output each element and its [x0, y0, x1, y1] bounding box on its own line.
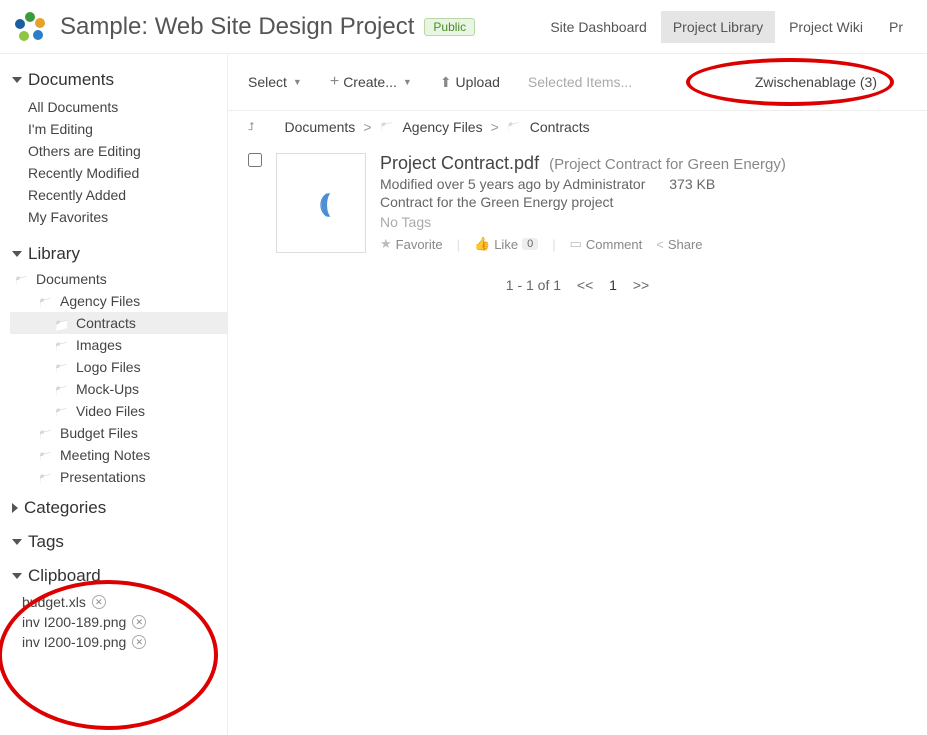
- sidebar-section-library[interactable]: Library: [0, 240, 227, 268]
- clipboard-item-label: inv I200-109.png: [22, 634, 126, 650]
- sidebar-section-label: Categories: [24, 498, 106, 518]
- pagination: 1 - 1 of 1 << 1 >>: [228, 263, 927, 307]
- tree-item-logo-files[interactable]: Logo Files: [10, 356, 227, 378]
- tree-item-images[interactable]: Images: [10, 334, 227, 356]
- chevron-down-icon: [12, 77, 22, 83]
- sidebar-section-categories[interactable]: Categories: [0, 494, 227, 522]
- share-button[interactable]: < Share: [656, 237, 702, 252]
- document-description: Contract for the Green Energy project: [380, 194, 907, 210]
- document-size: 373 KB: [669, 176, 715, 192]
- favorite-button[interactable]: ★ Favorite: [380, 236, 443, 252]
- app-logo[interactable]: [12, 9, 48, 45]
- clipboard-item[interactable]: inv I200-189.png ✕: [0, 612, 227, 632]
- folder-icon: [54, 316, 70, 330]
- folder-icon: 📁: [380, 120, 395, 134]
- sidebar: Documents All Documents I'm Editing Othe…: [0, 54, 228, 735]
- caret-down-icon: ▼: [403, 77, 412, 87]
- clipboard-item[interactable]: budget.xls ✕: [0, 592, 227, 612]
- folder-icon: [38, 470, 54, 484]
- upload-button[interactable]: ⬆ Upload: [440, 74, 500, 91]
- nav-project-wiki[interactable]: Project Wiki: [777, 11, 875, 43]
- main-content: Select ▼ + Create... ▼ ⬆ Upload Selected…: [228, 54, 927, 735]
- like-count: 0: [522, 238, 538, 250]
- sidebar-item-others-editing[interactable]: Others are Editing: [0, 140, 227, 162]
- document-thumbnail[interactable]: ⦅⦅⦅: [276, 153, 366, 253]
- clipboard-item-label: budget.xls: [22, 594, 86, 610]
- page-current[interactable]: 1: [609, 277, 617, 293]
- row-checkbox[interactable]: [248, 153, 262, 167]
- tree-item-presentations[interactable]: Presentations: [10, 466, 227, 488]
- sidebar-section-label: Library: [28, 244, 80, 264]
- remove-icon[interactable]: ✕: [132, 635, 146, 649]
- folder-icon: [14, 272, 30, 286]
- selected-items-button[interactable]: Selected Items...: [528, 74, 632, 90]
- breadcrumb-link[interactable]: Documents: [285, 119, 356, 135]
- page-range: 1 - 1 of 1: [506, 277, 561, 293]
- folder-icon: 📁: [507, 120, 522, 134]
- tree-root-documents[interactable]: Documents: [10, 268, 227, 290]
- remove-icon[interactable]: ✕: [132, 615, 146, 629]
- tree-item-mock-ups[interactable]: Mock-Ups: [10, 378, 227, 400]
- tree-item-budget-files[interactable]: Budget Files: [10, 422, 227, 444]
- tree-item-agency-files[interactable]: Agency Files: [10, 290, 227, 312]
- visibility-badge: Public: [424, 18, 475, 36]
- clipboard-item-label: inv I200-189.png: [22, 614, 126, 630]
- like-button[interactable]: 👍 Like 0: [474, 236, 538, 252]
- folder-icon: [54, 382, 70, 396]
- star-icon: ★: [380, 236, 392, 252]
- breadcrumb-link[interactable]: Agency Files: [402, 119, 482, 135]
- select-button[interactable]: Select ▼: [248, 74, 302, 90]
- caret-down-icon: ▼: [293, 77, 302, 87]
- document-modified: Modified over 5 years ago by Administrat…: [380, 176, 645, 192]
- remove-icon[interactable]: ✕: [92, 595, 106, 609]
- document-row: ⦅⦅⦅ Project Contract.pdf (Project Contra…: [228, 143, 927, 263]
- clipboard-button[interactable]: Zwischenablage (3): [725, 68, 907, 96]
- tree-item-contracts[interactable]: Contracts: [10, 312, 227, 334]
- clipboard-item[interactable]: inv I200-109.png ✕: [0, 632, 227, 652]
- nav-cutoff[interactable]: Pr: [877, 11, 915, 43]
- tree-item-video-files[interactable]: Video Files: [10, 400, 227, 422]
- sidebar-item-recently-added[interactable]: Recently Added: [0, 184, 227, 206]
- chevron-right-icon: [12, 503, 18, 513]
- folder-icon: [54, 338, 70, 352]
- sidebar-item-im-editing[interactable]: I'm Editing: [0, 118, 227, 140]
- page-title: Sample: Web Site Design Project: [60, 13, 414, 41]
- sidebar-item-recently-modified[interactable]: Recently Modified: [0, 162, 227, 184]
- chevron-down-icon: [12, 251, 22, 257]
- page-prev[interactable]: <<: [577, 277, 593, 293]
- sidebar-section-documents[interactable]: Documents: [0, 66, 227, 94]
- plus-icon: +: [330, 73, 339, 91]
- breadcrumb-current[interactable]: Contracts: [530, 119, 590, 135]
- chevron-down-icon: [12, 539, 22, 545]
- chevron-down-icon: [12, 573, 22, 579]
- create-button[interactable]: + Create... ▼: [330, 73, 412, 91]
- upload-icon: ⬆: [440, 74, 452, 91]
- sidebar-item-all-documents[interactable]: All Documents: [0, 96, 227, 118]
- document-subtitle: (Project Contract for Green Energy): [549, 156, 786, 173]
- document-title[interactable]: Project Contract.pdf: [380, 153, 539, 174]
- up-level-icon[interactable]: ⮥: [248, 121, 255, 134]
- nav-project-library[interactable]: Project Library: [661, 11, 775, 43]
- sidebar-section-tags[interactable]: Tags: [0, 528, 227, 556]
- nav-site-dashboard[interactable]: Site Dashboard: [538, 11, 659, 43]
- folder-icon: [54, 404, 70, 418]
- folder-icon: [38, 448, 54, 462]
- comment-icon: ▭: [570, 236, 582, 252]
- folder-icon: [54, 360, 70, 374]
- comment-button[interactable]: ▭ Comment: [570, 236, 643, 252]
- tree-item-meeting-notes[interactable]: Meeting Notes: [10, 444, 227, 466]
- document-tags: No Tags: [380, 214, 907, 230]
- sidebar-section-label: Tags: [28, 532, 64, 552]
- header-nav: Site Dashboard Project Library Project W…: [538, 11, 915, 43]
- folder-icon: [38, 294, 54, 308]
- sidebar-section-label: Clipboard: [28, 566, 101, 586]
- thumbs-up-icon: 👍: [474, 236, 490, 252]
- share-icon: <: [656, 237, 664, 252]
- breadcrumb: ⮥ Documents > 📁 Agency Files > 📁 Contrac…: [228, 111, 927, 143]
- sidebar-section-clipboard[interactable]: Clipboard: [0, 562, 227, 590]
- folder-icon: [38, 426, 54, 440]
- page-next[interactable]: >>: [633, 277, 649, 293]
- sidebar-section-label: Documents: [28, 70, 114, 90]
- sidebar-item-my-favorites[interactable]: My Favorites: [0, 206, 227, 228]
